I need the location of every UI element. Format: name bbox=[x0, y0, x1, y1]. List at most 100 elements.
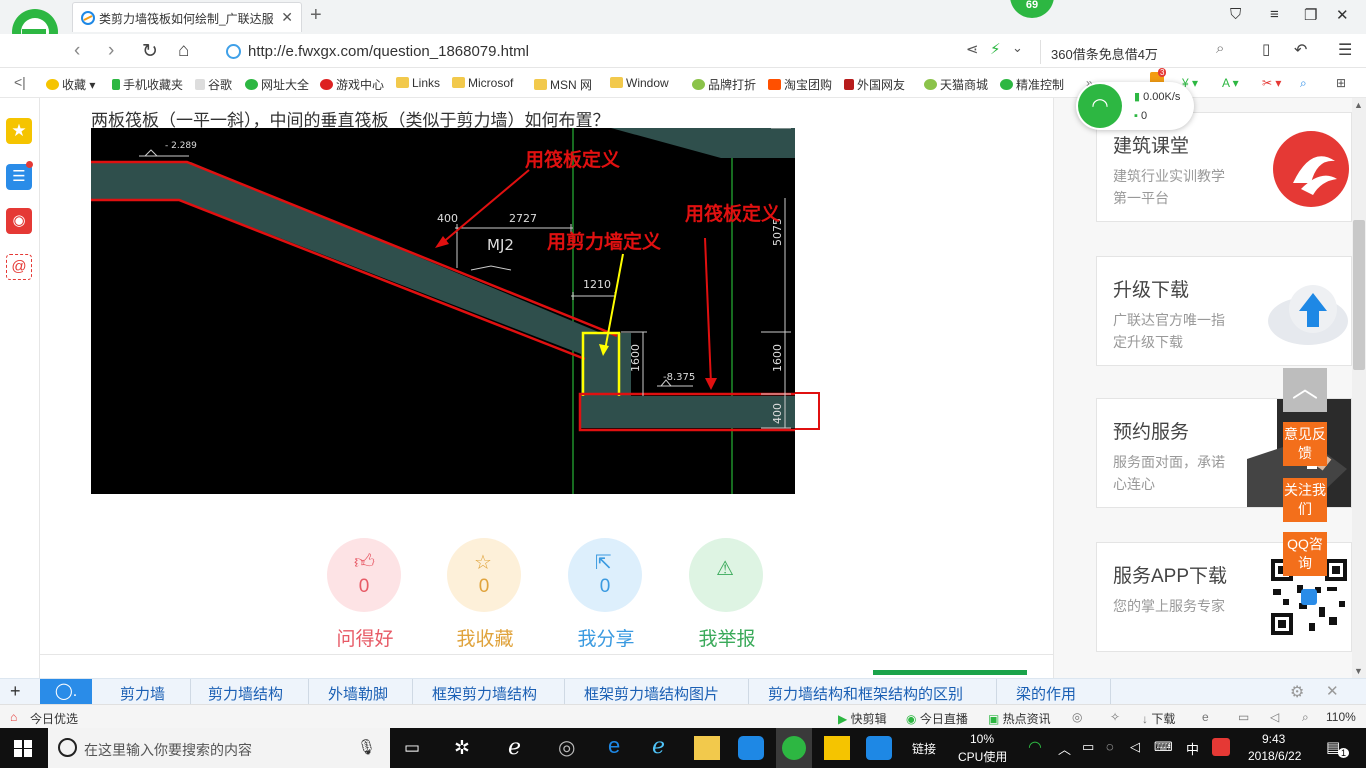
chevron-down-icon[interactable]: ⌄ bbox=[1012, 40, 1023, 56]
wand-icon[interactable]: ✧ bbox=[1110, 710, 1120, 724]
browser-active-task[interactable] bbox=[776, 728, 812, 768]
browser-e-icon[interactable]: ℯ bbox=[508, 734, 521, 760]
tray-expand-icon[interactable]: ︿ bbox=[1058, 739, 1071, 758]
bookmark-hao[interactable]: 网址大全 bbox=[245, 76, 309, 93]
sogou-icon[interactable] bbox=[1212, 738, 1230, 756]
mute-icon[interactable]: ◁ bbox=[1270, 710, 1279, 724]
tag-item[interactable]: 外墙勒脚 bbox=[328, 683, 388, 704]
scissors-icon[interactable]: ✂ ▾ bbox=[1262, 76, 1281, 90]
status-hot-news[interactable]: ▣ 热点资讯 bbox=[988, 710, 1051, 727]
bookmark-google[interactable]: 谷歌 bbox=[195, 76, 232, 93]
bookmark-favorites[interactable]: 收藏 ▾ bbox=[46, 76, 95, 93]
microphone-icon[interactable]: 🎙︎ bbox=[357, 738, 376, 756]
scroll-thumb[interactable] bbox=[1353, 220, 1365, 370]
bookmark-microsoft[interactable]: Microsof bbox=[452, 76, 513, 90]
action-report[interactable]: ⚠ 我举报 bbox=[689, 538, 765, 651]
tab-active[interactable]: 类剪力墙筏板如何绘制_广联达服 ✕ bbox=[72, 2, 302, 32]
close-tagbar-icon[interactable]: ✕ bbox=[1326, 682, 1339, 700]
network-icon[interactable]: ◌ bbox=[1106, 739, 1114, 754]
action-favorite[interactable]: ☆ 0 我收藏 bbox=[447, 538, 523, 651]
phone-icon[interactable]: ▯ bbox=[1262, 40, 1270, 58]
scrollbar[interactable]: ▲ ▼ bbox=[1352, 98, 1366, 678]
ie-icon[interactable]: ℯ bbox=[652, 733, 665, 759]
speed-icon[interactable]: ◎ bbox=[1072, 710, 1082, 724]
mail-icon[interactable]: @ bbox=[6, 254, 32, 280]
magnifier-icon[interactable]: ⌕ bbox=[1300, 76, 1307, 91]
g-app-icon[interactable] bbox=[738, 736, 764, 760]
swirl-app-icon[interactable]: ◎ bbox=[558, 735, 575, 760]
zoom-level[interactable]: 110% bbox=[1326, 710, 1356, 724]
tag-item[interactable]: 梁的作用 bbox=[1016, 683, 1076, 704]
back-to-top-button[interactable]: ︿ bbox=[1283, 368, 1327, 412]
bookmark-mobile[interactable]: 手机收藏夹 bbox=[112, 76, 183, 93]
apps-grid-icon[interactable]: ⊞ bbox=[1336, 76, 1346, 90]
feedback-button[interactable]: 意见反馈 bbox=[1283, 422, 1327, 466]
url-field[interactable]: http://e.fwxgx.com/question_1868079.html bbox=[222, 40, 964, 64]
zoom-icon[interactable]: ⌕ bbox=[1302, 710, 1309, 725]
status-quick-edit[interactable]: ▶ 快剪辑 bbox=[838, 710, 887, 727]
translate-icon[interactable]: A ▾ bbox=[1222, 76, 1239, 90]
follow-us-button[interactable]: 关注我们 bbox=[1283, 478, 1327, 522]
menu-icon[interactable]: ≡ bbox=[1270, 6, 1279, 23]
bookmark-msn[interactable]: MSN 网 bbox=[534, 76, 592, 93]
link-label[interactable]: 链接 bbox=[912, 740, 936, 757]
home-icon[interactable]: ⌂ bbox=[178, 40, 189, 62]
bookmark-tmall[interactable]: 天猫商城 bbox=[924, 76, 988, 93]
refresh-icon[interactable]: ↻ bbox=[142, 40, 158, 63]
scroll-up-icon[interactable]: ▲ bbox=[1354, 100, 1363, 110]
settings-gear-icon[interactable]: ⚙ bbox=[1290, 682, 1304, 702]
card-upgrade-download[interactable]: 升级下载 广联达官方唯一指定升级下载 bbox=[1096, 256, 1352, 366]
bookmark-games[interactable]: 游戏中心 bbox=[320, 76, 384, 93]
today-picks-label[interactable]: 今日优选 bbox=[30, 710, 78, 727]
weibo-icon[interactable]: ◉ bbox=[6, 208, 32, 234]
share-icon[interactable]: ⋖ bbox=[966, 40, 979, 58]
more-menu-icon[interactable]: ☰ bbox=[1338, 40, 1352, 60]
tag-item[interactable]: 剪力墙结构和框架结构的区别 bbox=[768, 683, 963, 704]
lightning-icon[interactable]: ⚡ bbox=[990, 40, 1001, 58]
clock-time[interactable]: 9:43 bbox=[1262, 732, 1285, 746]
score-badge[interactable]: 69 bbox=[1010, 0, 1054, 18]
qq-consult-button[interactable]: QQ咨询 bbox=[1283, 532, 1327, 576]
collapse-icon[interactable]: <| bbox=[14, 74, 26, 90]
add-icon[interactable]: + bbox=[10, 681, 21, 702]
status-live[interactable]: ◉ 今日直播 bbox=[906, 710, 968, 727]
forward-icon[interactable]: › bbox=[108, 40, 114, 62]
action-good-question[interactable]: 👍︎ 0 问得好 bbox=[327, 538, 403, 651]
bookmark-brand-sale[interactable]: 品牌打折 bbox=[692, 76, 756, 93]
bookmark-taobao[interactable]: 淘宝团购 bbox=[768, 76, 832, 93]
ie-icon[interactable]: e bbox=[1202, 710, 1209, 724]
tag-item[interactable]: 框架剪力墙结构图片 bbox=[584, 683, 719, 704]
windows-start-icon[interactable] bbox=[14, 740, 32, 757]
bookmark-windows[interactable]: Window bbox=[610, 76, 669, 90]
tag-item[interactable]: 剪力墙 bbox=[120, 683, 165, 704]
back-icon[interactable]: ‹ bbox=[74, 40, 80, 62]
bookmark-links[interactable]: Links bbox=[396, 76, 440, 90]
favorites-star-icon[interactable]: ★ bbox=[6, 118, 32, 144]
window-icon[interactable]: ▭ bbox=[1238, 710, 1249, 724]
scroll-down-icon[interactable]: ▼ bbox=[1354, 666, 1363, 676]
wifi-tray-icon[interactable]: ◠ bbox=[1028, 737, 1042, 757]
tag-item[interactable]: 框架剪力墙结构 bbox=[432, 683, 537, 704]
plus-app-icon[interactable] bbox=[866, 736, 892, 760]
tag-search-icon[interactable]: ◯. bbox=[40, 679, 92, 705]
undo-icon[interactable]: ↶ bbox=[1294, 40, 1307, 60]
keyboard-icon[interactable]: ⌨ bbox=[1154, 739, 1173, 755]
edge-icon[interactable]: e bbox=[608, 733, 620, 759]
ime-indicator[interactable]: 中 bbox=[1186, 739, 1199, 758]
network-speed-widget[interactable]: ◠ ▮ 0.00K/s ▪ 0 bbox=[1076, 82, 1194, 130]
action-share[interactable]: ⇱ 0 我分享 bbox=[568, 538, 644, 651]
search-icon[interactable]: ⌕ bbox=[1216, 40, 1224, 57]
tab-close-icon[interactable]: ✕ bbox=[281, 9, 293, 26]
tag-item[interactable]: 剪力墙结构 bbox=[208, 683, 283, 704]
shirt-icon[interactable]: ⛉ bbox=[1230, 6, 1241, 23]
search-input[interactable]: 360借条免息借4万 bbox=[1040, 40, 1240, 64]
taskbar-search-input[interactable]: 在这里输入你要搜索的内容 🎙︎ bbox=[48, 728, 390, 768]
notes-icon[interactable] bbox=[824, 736, 850, 760]
clock-date[interactable]: 2018/6/22 bbox=[1248, 749, 1301, 763]
fan-app-icon[interactable]: ✲ bbox=[454, 737, 470, 760]
restore-icon[interactable]: ❐ bbox=[1304, 6, 1317, 24]
volume-icon[interactable]: ◁ bbox=[1130, 739, 1140, 755]
close-window-icon[interactable]: ✕ bbox=[1336, 6, 1349, 24]
task-view-icon[interactable]: ▭ bbox=[404, 738, 420, 758]
battery-icon[interactable]: ▭ bbox=[1082, 739, 1094, 755]
